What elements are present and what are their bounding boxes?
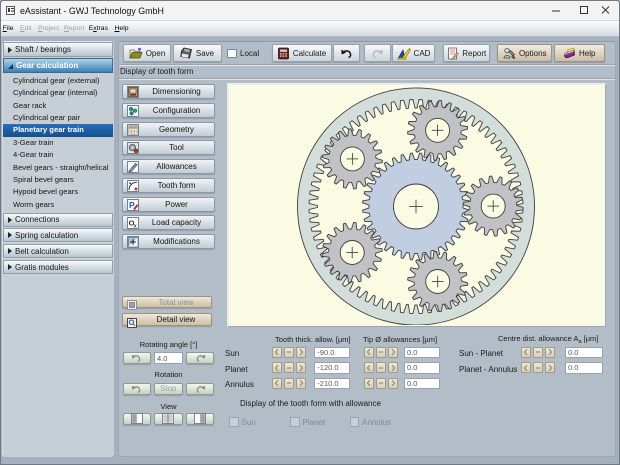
svg-text:x: x [134, 224, 138, 229]
